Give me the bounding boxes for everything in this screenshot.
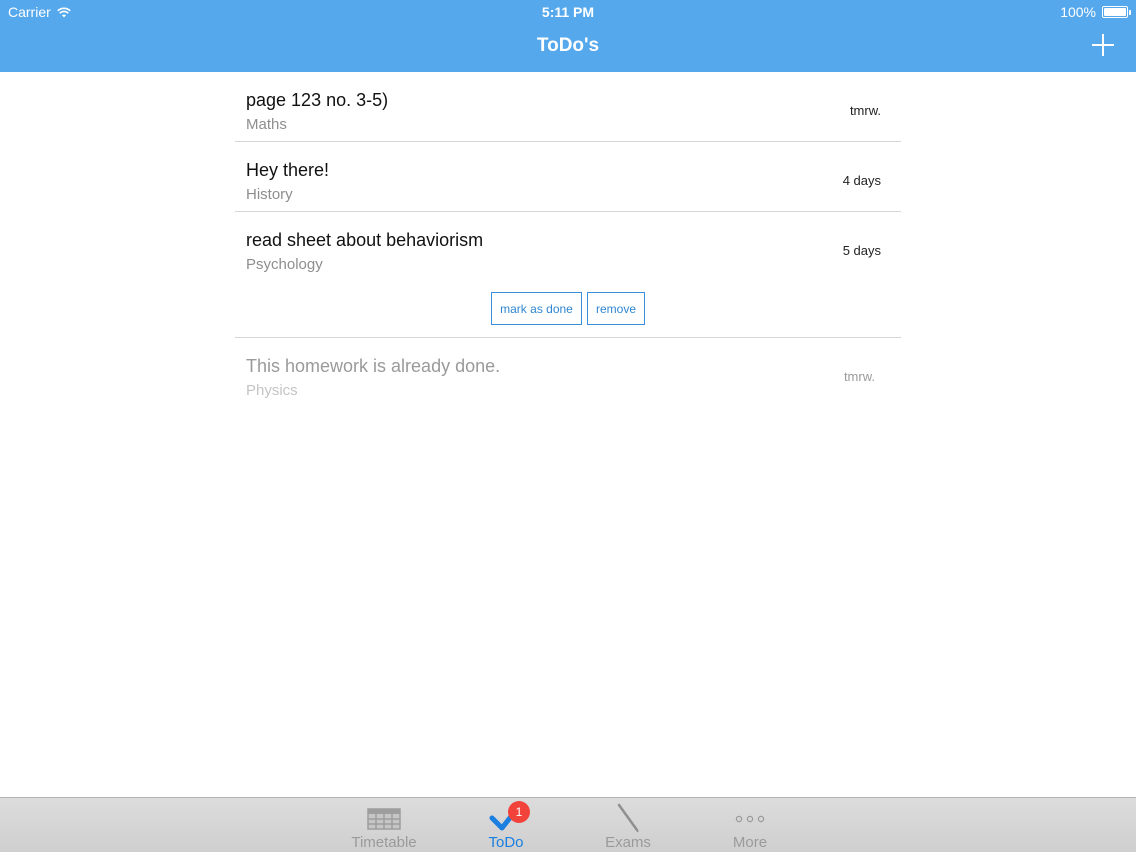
todo-title: read sheet about behaviorism <box>246 230 484 250</box>
todo-row-done[interactable]: This homework is already done. Physics t… <box>235 338 901 408</box>
table-icon <box>367 808 401 830</box>
todo-due: tmrw. <box>849 103 881 118</box>
remove-button[interactable]: remove <box>587 292 645 325</box>
todo-row-expanded[interactable]: read sheet about behaviorism Psychology … <box>235 212 901 338</box>
ellipsis-icon <box>735 815 765 823</box>
navigation-bar: Carrier 5:11 PM 100% ToDo's <box>0 0 1136 72</box>
tab-label: Timetable <box>351 834 417 851</box>
todo-subject: History <box>246 186 293 203</box>
todo-subject: Physics <box>246 382 298 399</box>
tab-timetable[interactable]: Timetable <box>329 798 439 852</box>
add-button[interactable] <box>1090 32 1116 58</box>
tab-label: Exams <box>605 834 651 851</box>
tab-label: More <box>732 834 768 851</box>
battery-label: 100% <box>1060 4 1096 20</box>
page-title: ToDo's <box>536 35 600 56</box>
todo-due: 4 days <box>842 173 881 188</box>
pen-icon <box>617 803 639 833</box>
todo-row[interactable]: page 123 no. 3-5) Maths tmrw. <box>235 72 901 142</box>
tab-bar: Timetable 1 ToDo Exams More <box>0 797 1136 852</box>
todo-title: Hey there! <box>246 160 330 180</box>
todo-title: This homework is already done. <box>246 356 501 376</box>
todo-row[interactable]: Hey there! History 4 days <box>235 142 901 212</box>
mark-as-done-button[interactable]: mark as done <box>491 292 582 325</box>
todo-due: 5 days <box>842 243 881 258</box>
battery-icon <box>1102 6 1131 18</box>
todo-actions: mark as done remove <box>235 292 901 325</box>
tab-exams[interactable]: Exams <box>573 798 683 852</box>
todo-subject: Maths <box>246 116 287 133</box>
notification-badge: 1 <box>508 801 530 823</box>
tab-todo[interactable]: 1 ToDo <box>451 798 561 852</box>
tab-more[interactable]: More <box>695 798 805 852</box>
todo-title: page 123 no. 3-5) <box>246 90 389 110</box>
todo-list: page 123 no. 3-5) Maths tmrw. Hey there!… <box>235 72 901 408</box>
status-battery: 100% <box>1060 4 1131 20</box>
todo-due: tmrw. <box>843 369 875 384</box>
app: Carrier 5:11 PM 100% ToDo's page 123 no.… <box>0 0 1136 852</box>
status-time: 5:11 PM <box>541 4 595 20</box>
plus-icon <box>1092 34 1114 56</box>
tab-label: ToDo <box>488 834 524 851</box>
todo-subject: Psychology <box>246 256 323 273</box>
